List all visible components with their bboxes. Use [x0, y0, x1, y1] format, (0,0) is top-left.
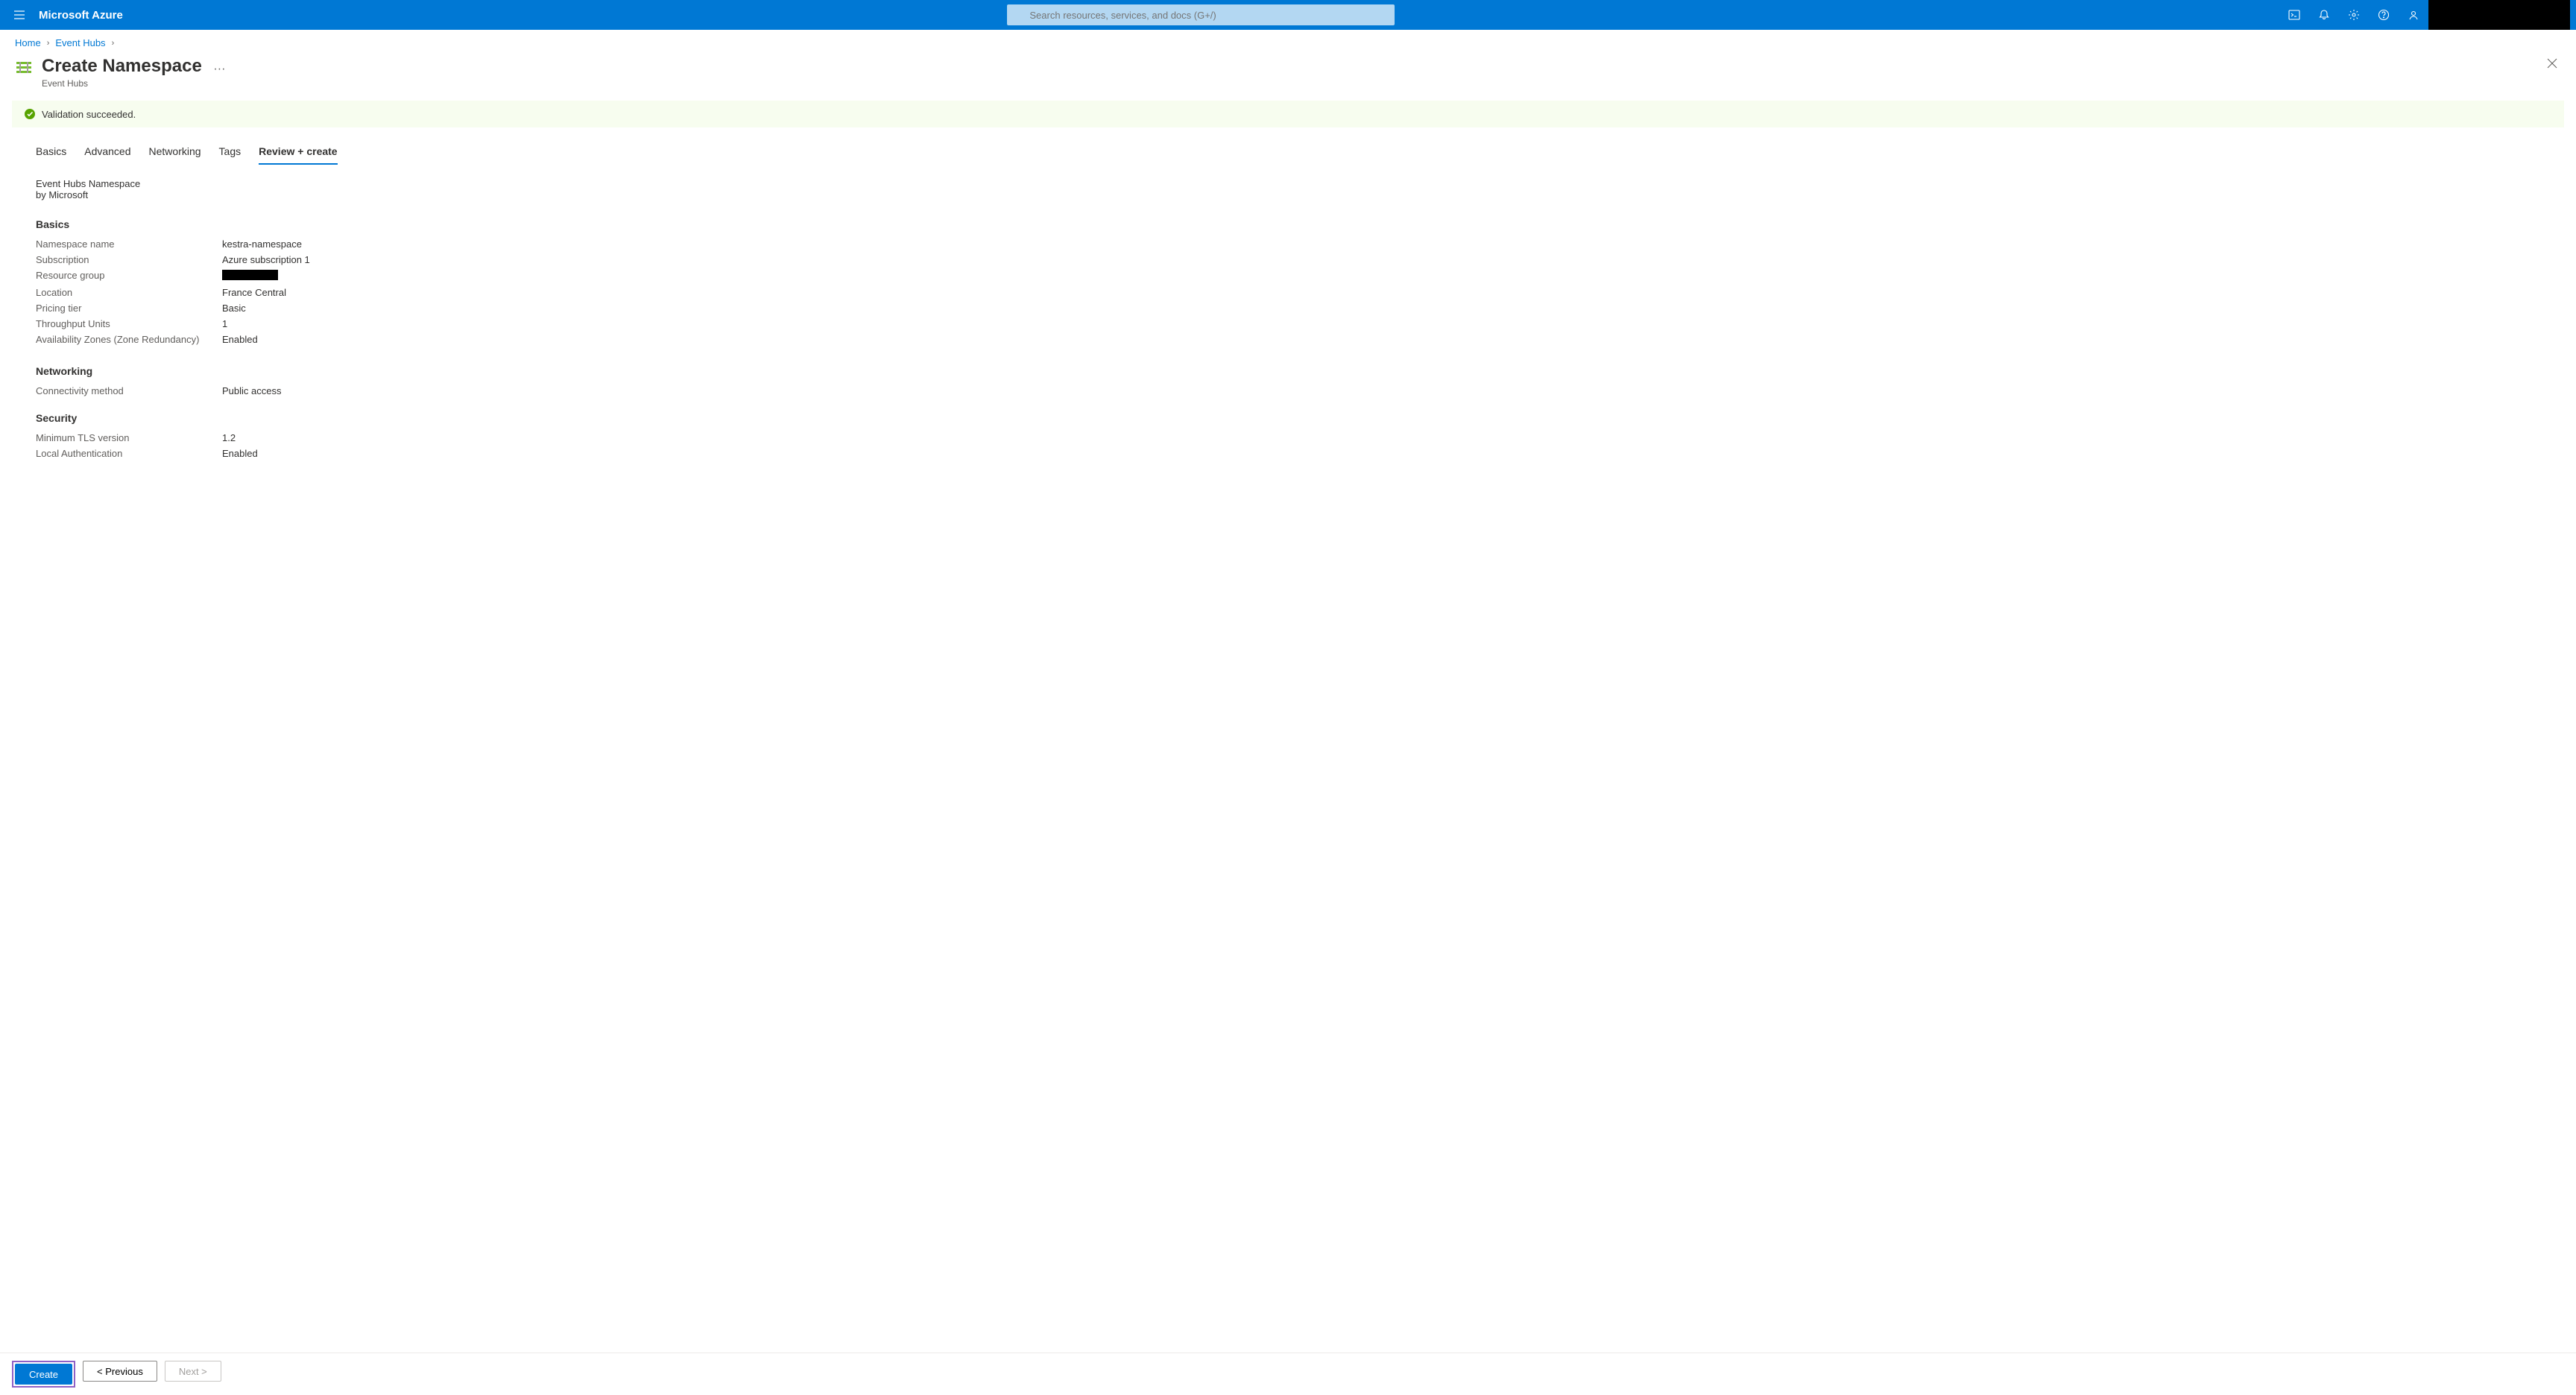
row-connectivity: Connectivity method Public access: [36, 383, 2540, 399]
gear-icon: [2348, 9, 2360, 21]
header-icons: [2279, 0, 2570, 30]
page-header: Create Namespace ··· Event Hubs: [0, 53, 2576, 95]
check-circle-icon: [24, 108, 36, 120]
label-namespace-name: Namespace name: [36, 238, 222, 250]
row-subscription: Subscription Azure subscription 1: [36, 252, 2540, 268]
feedback-button[interactable]: [2399, 0, 2428, 30]
tab-review-create[interactable]: Review + create: [259, 145, 337, 165]
label-availability-zones: Availability Zones (Zone Redundancy): [36, 334, 222, 345]
notifications-button[interactable]: [2309, 0, 2339, 30]
chevron-right-icon: ›: [112, 39, 115, 48]
row-resource-group: Resource group: [36, 268, 2540, 285]
namespace-meta: Event Hubs Namespace by Microsoft: [36, 178, 2540, 200]
close-button[interactable]: [2546, 57, 2558, 69]
value-subscription: Azure subscription 1: [222, 254, 310, 265]
row-pricing-tier: Pricing tier Basic: [36, 300, 2540, 316]
row-namespace-name: Namespace name kestra-namespace: [36, 236, 2540, 252]
cloud-shell-button[interactable]: [2279, 0, 2309, 30]
tab-basics[interactable]: Basics: [36, 145, 66, 165]
next-button: Next >: [165, 1361, 221, 1382]
hamburger-menu-button[interactable]: [6, 1, 33, 28]
hamburger-icon: [13, 9, 25, 21]
help-icon: [2378, 9, 2390, 21]
create-button[interactable]: Create: [15, 1364, 72, 1385]
row-local-auth: Local Authentication Enabled: [36, 446, 2540, 461]
label-location: Location: [36, 287, 222, 298]
cloud-shell-icon: [2288, 9, 2300, 21]
label-throughput-units: Throughput Units: [36, 318, 222, 329]
value-connectivity: Public access: [222, 385, 281, 396]
create-button-highlight: Create: [12, 1361, 75, 1388]
chevron-right-icon: ›: [47, 39, 50, 48]
search-container: [123, 4, 2279, 25]
event-hubs-icon: [15, 59, 33, 77]
brand-title[interactable]: Microsoft Azure: [39, 9, 123, 22]
row-throughput-units: Throughput Units 1: [36, 316, 2540, 332]
label-min-tls: Minimum TLS version: [36, 432, 222, 443]
section-heading-security: Security: [36, 412, 2540, 424]
label-local-auth: Local Authentication: [36, 448, 222, 459]
value-throughput-units: 1: [222, 318, 227, 329]
top-header: Microsoft Azure: [0, 0, 2576, 30]
breadcrumb: Home › Event Hubs ›: [0, 30, 2576, 53]
value-namespace-name: kestra-namespace: [222, 238, 302, 250]
validation-banner: Validation succeeded.: [12, 101, 2564, 127]
value-min-tls: 1.2: [222, 432, 236, 443]
meta-line2: by Microsoft: [36, 189, 2540, 200]
tabs: Basics Advanced Networking Tags Review +…: [0, 127, 2576, 165]
section-heading-networking: Networking: [36, 365, 2540, 377]
account-button[interactable]: [2428, 0, 2570, 30]
settings-button[interactable]: [2339, 0, 2369, 30]
row-min-tls: Minimum TLS version 1.2: [36, 430, 2540, 446]
tab-tags[interactable]: Tags: [219, 145, 242, 165]
label-subscription: Subscription: [36, 254, 222, 265]
breadcrumb-event-hubs[interactable]: Event Hubs: [55, 37, 105, 48]
tab-advanced[interactable]: Advanced: [84, 145, 130, 165]
more-options-button[interactable]: ···: [213, 63, 225, 75]
value-pricing-tier: Basic: [222, 303, 246, 314]
footer-bar: Create < Previous Next >: [0, 1353, 2576, 1395]
validation-message: Validation succeeded.: [42, 109, 136, 120]
row-location: Location France Central: [36, 285, 2540, 300]
content-area: Event Hubs Namespace by Microsoft Basics…: [0, 165, 2576, 536]
value-local-auth: Enabled: [222, 448, 258, 459]
label-connectivity: Connectivity method: [36, 385, 222, 396]
row-availability-zones: Availability Zones (Zone Redundancy) Ena…: [36, 332, 2540, 347]
label-resource-group: Resource group: [36, 270, 222, 282]
help-button[interactable]: [2369, 0, 2399, 30]
value-location: France Central: [222, 287, 286, 298]
tab-networking[interactable]: Networking: [149, 145, 201, 165]
search-input[interactable]: [1007, 4, 1395, 25]
page-title: Create Namespace: [42, 56, 202, 77]
page-subtitle: Event Hubs: [42, 78, 2561, 89]
meta-line1: Event Hubs Namespace: [36, 178, 2540, 189]
breadcrumb-home[interactable]: Home: [15, 37, 41, 48]
bell-icon: [2318, 9, 2330, 21]
value-resource-group: [222, 270, 278, 282]
label-pricing-tier: Pricing tier: [36, 303, 222, 314]
feedback-icon: [2408, 9, 2419, 21]
close-icon: [2546, 57, 2558, 69]
section-heading-basics: Basics: [36, 218, 2540, 230]
redacted-value: [222, 270, 278, 280]
previous-button[interactable]: < Previous: [83, 1361, 157, 1382]
value-availability-zones: Enabled: [222, 334, 258, 345]
